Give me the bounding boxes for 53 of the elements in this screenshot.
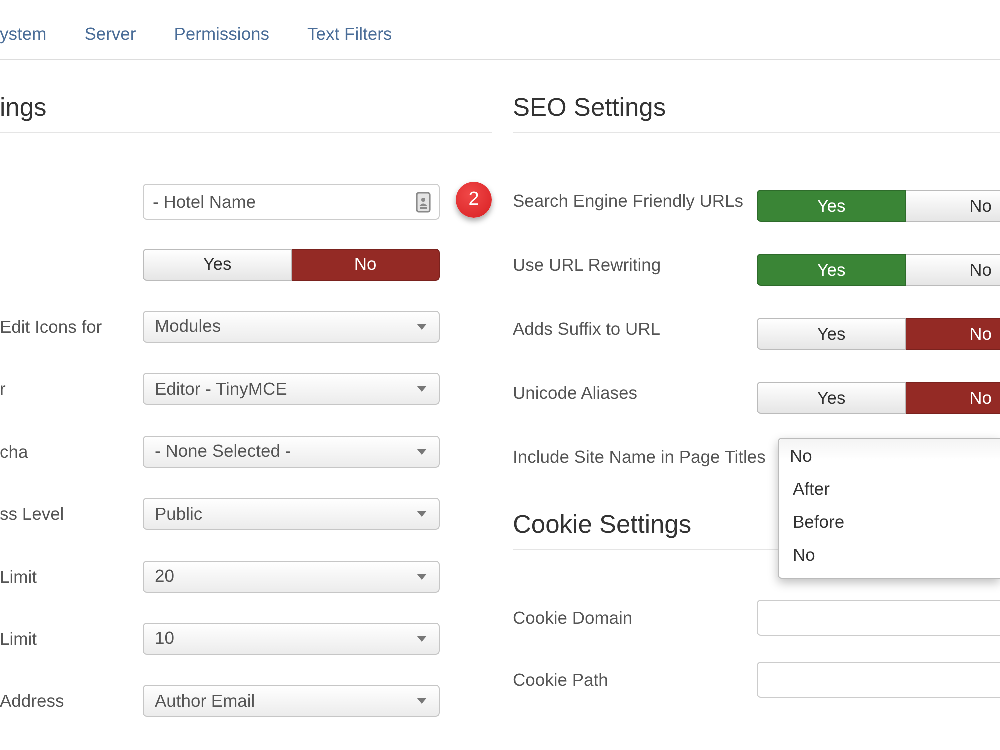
step-badge: 2	[456, 182, 492, 218]
toggle-option[interactable]: No	[292, 248, 440, 281]
toggle-option[interactable]: No	[906, 318, 1000, 350]
toggle-option[interactable]: Yes	[757, 190, 906, 222]
field-label: Use URL Rewriting	[513, 255, 662, 275]
select-field[interactable]: 20	[143, 560, 440, 593]
toggle-option[interactable]: Yes	[757, 318, 906, 350]
field-label: Adds Suffix to URL	[513, 319, 661, 339]
toggle-option[interactable]: Yes	[757, 382, 906, 414]
caret-icon	[417, 448, 427, 455]
select-field[interactable]: - None Selected -	[143, 436, 440, 468]
toggle-option[interactable]: No	[906, 190, 1000, 222]
text-input[interactable]: - Hotel Name	[143, 184, 440, 220]
field-label: ss Level	[0, 504, 64, 524]
text-input[interactable]	[757, 600, 1000, 636]
caret-icon	[417, 324, 427, 330]
section-heading: ings	[0, 93, 492, 133]
select-field[interactable]: No	[779, 439, 1000, 473]
caret-icon	[417, 574, 427, 580]
field-label: Cookie Domain	[513, 608, 633, 628]
dropdown-option[interactable]: No	[779, 539, 1000, 572]
field-label: Cookie Path	[513, 670, 608, 690]
select-field[interactable]: Modules	[143, 310, 440, 343]
dropdown-option[interactable]: Before	[779, 506, 1000, 539]
section-heading: SEO Settings	[513, 93, 1000, 133]
caret-icon	[417, 386, 427, 392]
select-field[interactable]: Public	[143, 498, 440, 530]
toggle-option[interactable]: No	[906, 254, 1000, 286]
nav-tab[interactable]: Server	[84, 23, 136, 45]
field-label: Unicode Aliases	[513, 383, 638, 403]
nav-tab[interactable]: Permissions	[174, 23, 270, 45]
field-label: Edit Icons for	[0, 316, 102, 337]
toggle-option[interactable]: Yes	[757, 254, 906, 286]
field-label: Limit	[0, 628, 37, 649]
person-card-icon[interactable]	[416, 192, 431, 214]
field-label: Include Site Name in Page Titles	[513, 447, 766, 467]
caret-icon	[417, 636, 427, 642]
select-field[interactable]: Editor - TinyMCE	[143, 373, 440, 406]
select-field[interactable]: Author Email	[143, 685, 440, 718]
nav-tab[interactable]: Text Filters	[308, 23, 392, 45]
nav-tab[interactable]: ystem	[0, 23, 47, 45]
toggle-option[interactable]: Yes	[143, 248, 292, 281]
toggle-option[interactable]: No	[906, 382, 1000, 414]
dropdown-option[interactable]: After	[779, 473, 1000, 506]
field-label: cha	[0, 442, 28, 462]
field-label: Search Engine Friendly URLs	[513, 191, 744, 211]
caret-icon	[417, 511, 427, 518]
select-field[interactable]: 10	[143, 622, 440, 655]
field-label: Address	[0, 691, 64, 712]
field-label: Limit	[0, 566, 37, 587]
field-label: r	[0, 379, 6, 400]
caret-icon	[417, 698, 427, 704]
text-input[interactable]	[757, 662, 1000, 698]
